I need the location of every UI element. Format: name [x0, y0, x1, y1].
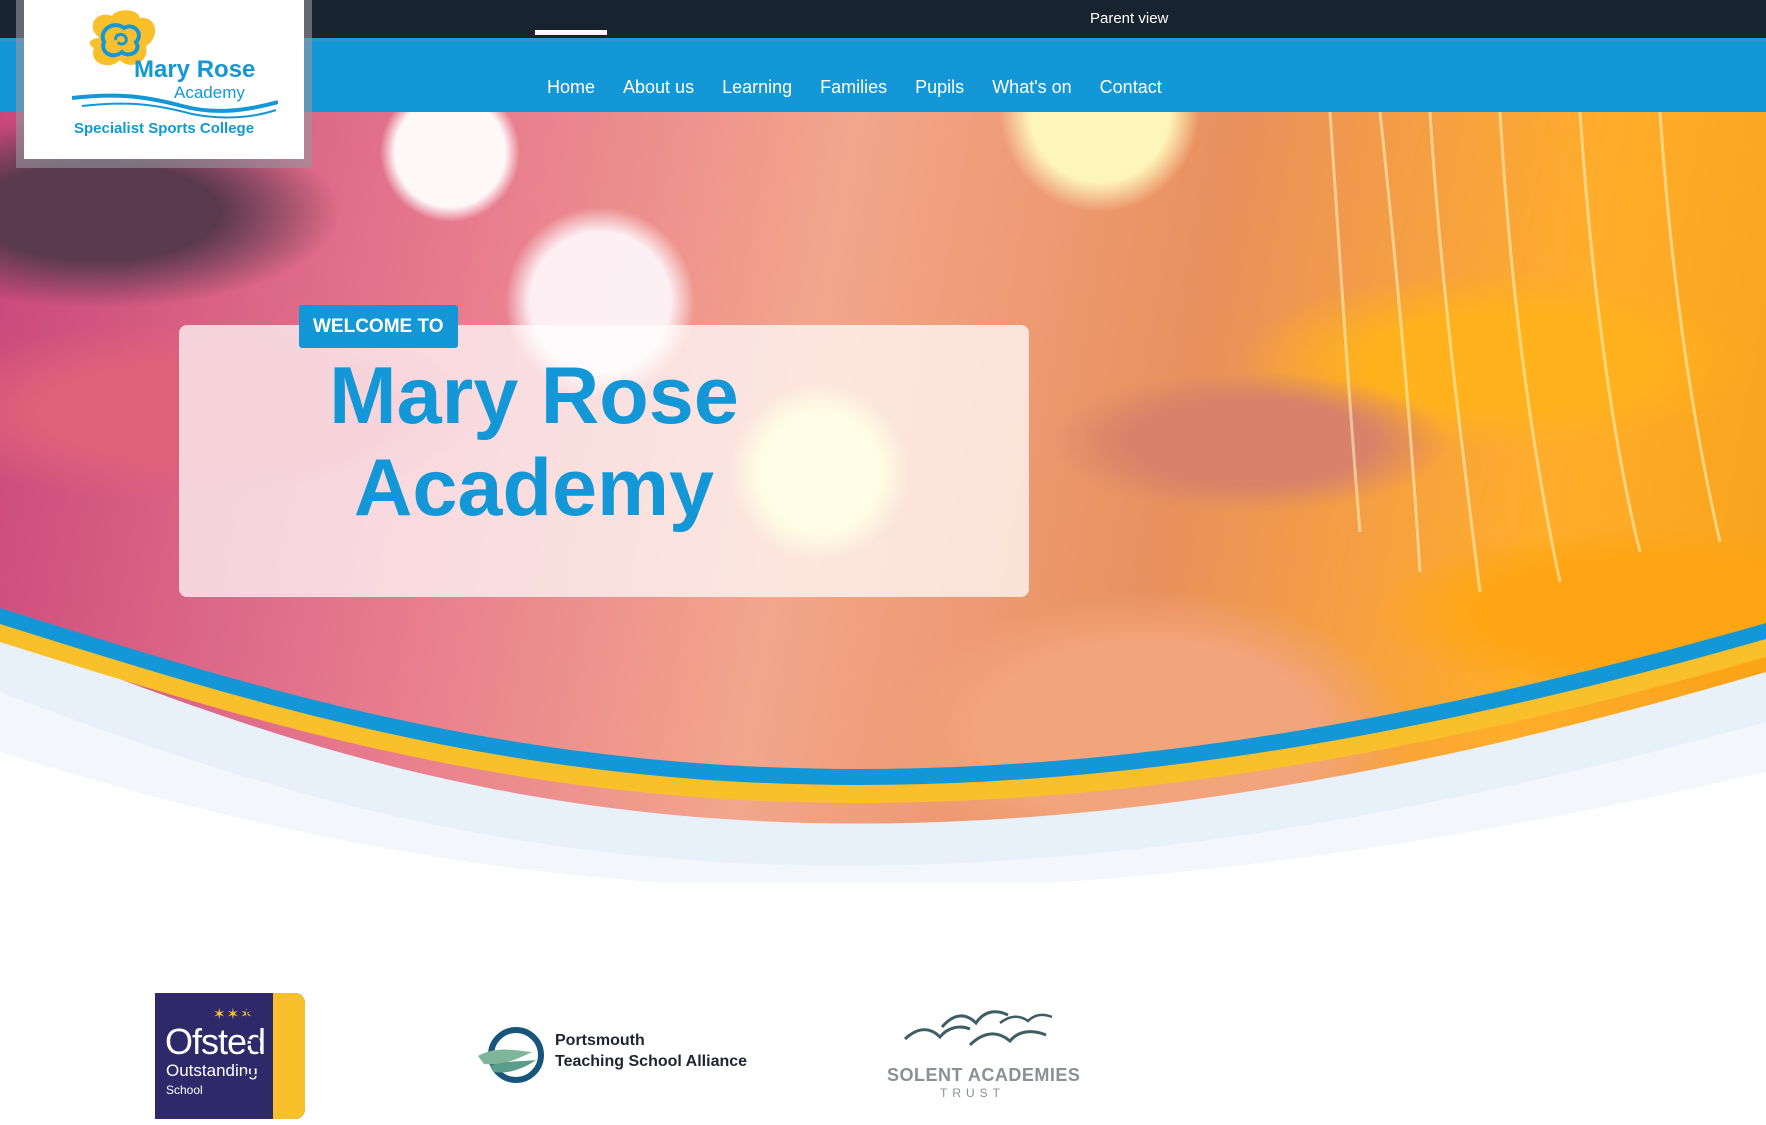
- nav-item-about-us[interactable]: About us: [609, 72, 708, 112]
- ofsted-type: School: [166, 1083, 203, 1097]
- welcome-title: Mary Rose Academy: [109, 350, 959, 534]
- logo-tagline: Specialist Sports College: [74, 120, 255, 137]
- nav-item-contact[interactable]: Contact: [1086, 72, 1176, 112]
- ofsted-stripe: 2016|2017: [243, 993, 305, 1119]
- nav-item-learning[interactable]: Learning: [708, 72, 806, 112]
- ptsa-line-2: Teaching School Alliance: [555, 1053, 748, 1070]
- logo-wave: [72, 93, 278, 119]
- ofsted-badge[interactable]: ✶✶✶ Ofsted Outstanding School 2016|2017: [155, 993, 305, 1119]
- solent-trust: TRUST: [940, 1086, 1005, 1100]
- birds-icon: [903, 1010, 1053, 1047]
- ptsa-wave-icon: [478, 1027, 544, 1083]
- solent-name: SOLENT ACADEMIES: [887, 1065, 1081, 1085]
- nav-item-families[interactable]: Families: [806, 72, 901, 112]
- parent-view-link[interactable]: Parent view: [1090, 11, 1168, 27]
- solent-logo[interactable]: SOLENT ACADEMIES TRUST: [880, 1005, 1080, 1107]
- ptsa-logo[interactable]: Portsmouth Teaching School Alliance: [476, 1022, 747, 1084]
- ofsted-years: 2016|2017: [242, 1008, 265, 1104]
- logo-name: Mary Rose: [134, 56, 256, 83]
- nav-item-home[interactable]: Home: [533, 30, 609, 112]
- nav-item-whats-on[interactable]: What's on: [978, 72, 1085, 112]
- welcome-badge: WELCOME TO: [299, 305, 458, 348]
- main-nav: Home About us Learning Families Pupils W…: [533, 30, 1176, 112]
- nav-item-pupils[interactable]: Pupils: [901, 72, 978, 112]
- welcome-title-line-1: Mary Rose: [329, 351, 739, 441]
- welcome-title-line-2: Academy: [353, 443, 715, 533]
- ptsa-line-1: Portsmouth: [555, 1032, 645, 1049]
- site-logo[interactable]: Mary Rose Academy Specialist Sports Coll…: [24, 0, 304, 159]
